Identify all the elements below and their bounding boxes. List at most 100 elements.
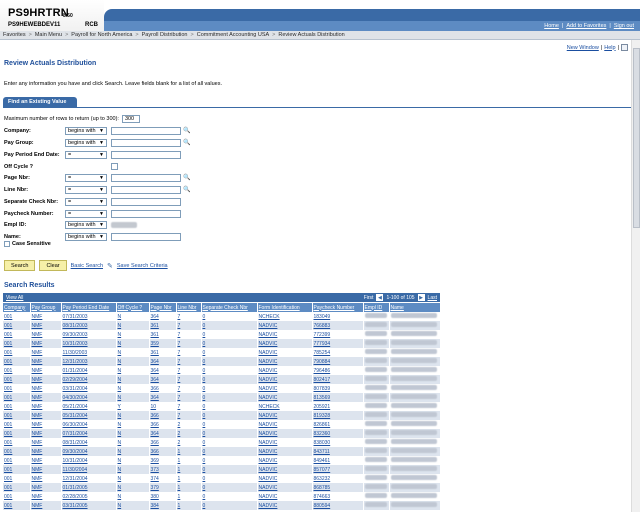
cell-link[interactable]: NADVIC <box>259 386 278 392</box>
cell-link[interactable]: 838030 <box>314 440 331 446</box>
cell-link[interactable]: 874663 <box>314 494 331 500</box>
breadcrumb-item[interactable]: Payroll Distribution <box>142 32 188 38</box>
cell-link[interactable]: 0 <box>203 485 206 491</box>
cell-link[interactable]: 01/31/2005 <box>63 485 88 491</box>
operator-select[interactable]: = ▼ <box>65 197 107 206</box>
sign-out-link[interactable]: Sign out <box>614 23 634 29</box>
cell-link[interactable]: 001 <box>4 332 12 338</box>
cell-link[interactable]: NADVIC <box>259 476 278 482</box>
field-input[interactable] <box>111 232 181 241</box>
cell-link[interactable]: 0 <box>203 431 206 437</box>
cell-link[interactable]: NMF <box>32 440 43 446</box>
customize-page-icon[interactable] <box>621 44 628 51</box>
cell-link[interactable]: 001 <box>4 359 12 365</box>
cell-link[interactable]: 04/30/2004 <box>63 395 88 401</box>
cell-link[interactable]: 0 <box>203 467 206 473</box>
operator-select[interactable]: begins with ▼ <box>65 220 107 229</box>
cell-link[interactable]: 384 <box>151 503 159 509</box>
scrollbar-thumb[interactable] <box>633 48 640 228</box>
field-input[interactable] <box>111 126 181 135</box>
field-input[interactable] <box>111 209 181 218</box>
cell-link[interactable]: NMF <box>32 377 43 383</box>
cell-link[interactable]: N <box>118 350 122 356</box>
operator-select[interactable]: begins with ▼ <box>65 126 107 135</box>
cell-link[interactable]: 790884 <box>314 359 331 365</box>
cell-link[interactable]: N <box>118 476 122 482</box>
lookup-icon[interactable]: 🔍 <box>183 186 190 193</box>
cell-link[interactable]: 863232 <box>314 476 331 482</box>
cell-link[interactable]: 12/31/2004 <box>63 476 88 482</box>
new-window-link[interactable]: New Window <box>567 45 599 51</box>
field-input[interactable] <box>111 150 181 159</box>
view-all-link[interactable]: View All <box>6 295 23 301</box>
cell-link[interactable]: 05/21/2004 <box>63 404 88 410</box>
cell-link[interactable]: NADVIC <box>259 368 278 374</box>
cell-link[interactable]: 001 <box>4 458 12 464</box>
cell-link[interactable]: 0 <box>203 476 206 482</box>
column-header[interactable]: Pay Group <box>30 303 62 312</box>
table-row[interactable]: 001 NMF 01/31/2004 N 364 7 0 NADVIC 796486 <box>3 366 441 375</box>
cell-link[interactable]: 0 <box>203 359 206 365</box>
breadcrumb-item[interactable]: Favorites <box>3 32 26 38</box>
cell-link[interactable]: 05/31/2004 <box>63 413 88 419</box>
cell-link[interactable]: 001 <box>4 350 12 356</box>
cell-link[interactable]: 366 <box>151 413 159 419</box>
cell-link[interactable]: NMF <box>32 494 43 500</box>
cell-link[interactable]: 1 <box>178 467 181 473</box>
cell-link[interactable]: 796486 <box>314 368 331 374</box>
cell-link[interactable]: 1 <box>178 458 181 464</box>
cell-link[interactable]: 183049 <box>314 314 331 320</box>
table-row[interactable]: 001 NMF 02/29/2004 N 364 7 0 NADVIC 802417 <box>3 375 441 384</box>
column-header[interactable]: Company <box>3 303 31 312</box>
cell-link[interactable]: 1 <box>178 485 181 491</box>
breadcrumb-item[interactable]: Review Actuals Distribution <box>278 32 344 38</box>
cell-link[interactable]: 857077 <box>314 467 331 473</box>
cell-link[interactable]: 10/31/2004 <box>63 458 88 464</box>
cell-link[interactable]: NCHECK <box>259 404 280 410</box>
column-header[interactable]: Form Identification <box>257 303 313 312</box>
cell-link[interactable]: 001 <box>4 494 12 500</box>
cell-link[interactable]: 12/31/2003 <box>63 359 88 365</box>
cell-link[interactable]: 7 <box>178 350 181 356</box>
last-link[interactable]: Last <box>428 295 437 301</box>
cell-link[interactable]: 01/31/2004 <box>63 368 88 374</box>
cell-link[interactable]: 02/29/2004 <box>63 377 88 383</box>
cell-link[interactable]: 0 <box>203 422 206 428</box>
cell-link[interactable]: 364 <box>151 395 159 401</box>
cell-link[interactable]: 001 <box>4 404 12 410</box>
cell-link[interactable]: 0 <box>203 314 206 320</box>
cell-link[interactable]: NADVIC <box>259 494 278 500</box>
table-row[interactable]: 001 NMF 04/30/2004 N 364 7 0 NADVIC 813569 <box>3 393 441 402</box>
help-link[interactable]: Help <box>604 45 615 51</box>
cell-link[interactable]: N <box>118 377 122 383</box>
search-button[interactable]: Search <box>4 260 36 271</box>
cell-link[interactable]: 0 <box>203 404 206 410</box>
cell-link[interactable]: N <box>118 431 122 437</box>
column-header[interactable]: Line Nbr <box>176 303 202 312</box>
cell-link[interactable]: 001 <box>4 440 12 446</box>
cell-link[interactable]: 361 <box>151 323 159 329</box>
cell-link[interactable]: NMF <box>32 413 43 419</box>
cell-link[interactable]: 772399 <box>314 332 331 338</box>
cell-link[interactable]: 0 <box>203 449 206 455</box>
cell-link[interactable]: NADVIC <box>259 485 278 491</box>
cell-link[interactable]: 366 <box>151 422 159 428</box>
cell-link[interactable]: 373 <box>151 467 159 473</box>
cell-link[interactable]: 1 <box>178 476 181 482</box>
cell-link[interactable]: N <box>118 386 122 392</box>
cell-link[interactable]: N <box>118 332 122 338</box>
operator-select[interactable]: = ▼ <box>65 185 107 194</box>
table-row[interactable]: 001 NMF 03/31/2004 N 366 7 0 NADVIC 807839 <box>3 384 441 393</box>
vertical-scrollbar[interactable] <box>631 40 640 512</box>
lookup-icon[interactable]: 🔍 <box>183 127 190 134</box>
table-row[interactable]: 001 NMF 11/30/2003 N 361 7 0 NADVIC 785254 <box>3 348 441 357</box>
cell-link[interactable]: NADVIC <box>259 341 278 347</box>
cell-link[interactable]: 0 <box>203 458 206 464</box>
cell-link[interactable]: 766883 <box>314 323 331 329</box>
cell-link[interactable]: 0 <box>203 377 206 383</box>
lookup-icon[interactable]: 🔍 <box>183 174 190 181</box>
operator-select[interactable]: = ▼ <box>65 150 107 159</box>
cell-link[interactable]: 0 <box>203 440 206 446</box>
cell-link[interactable]: 205921 <box>314 404 331 410</box>
cell-link[interactable]: 1 <box>178 449 181 455</box>
